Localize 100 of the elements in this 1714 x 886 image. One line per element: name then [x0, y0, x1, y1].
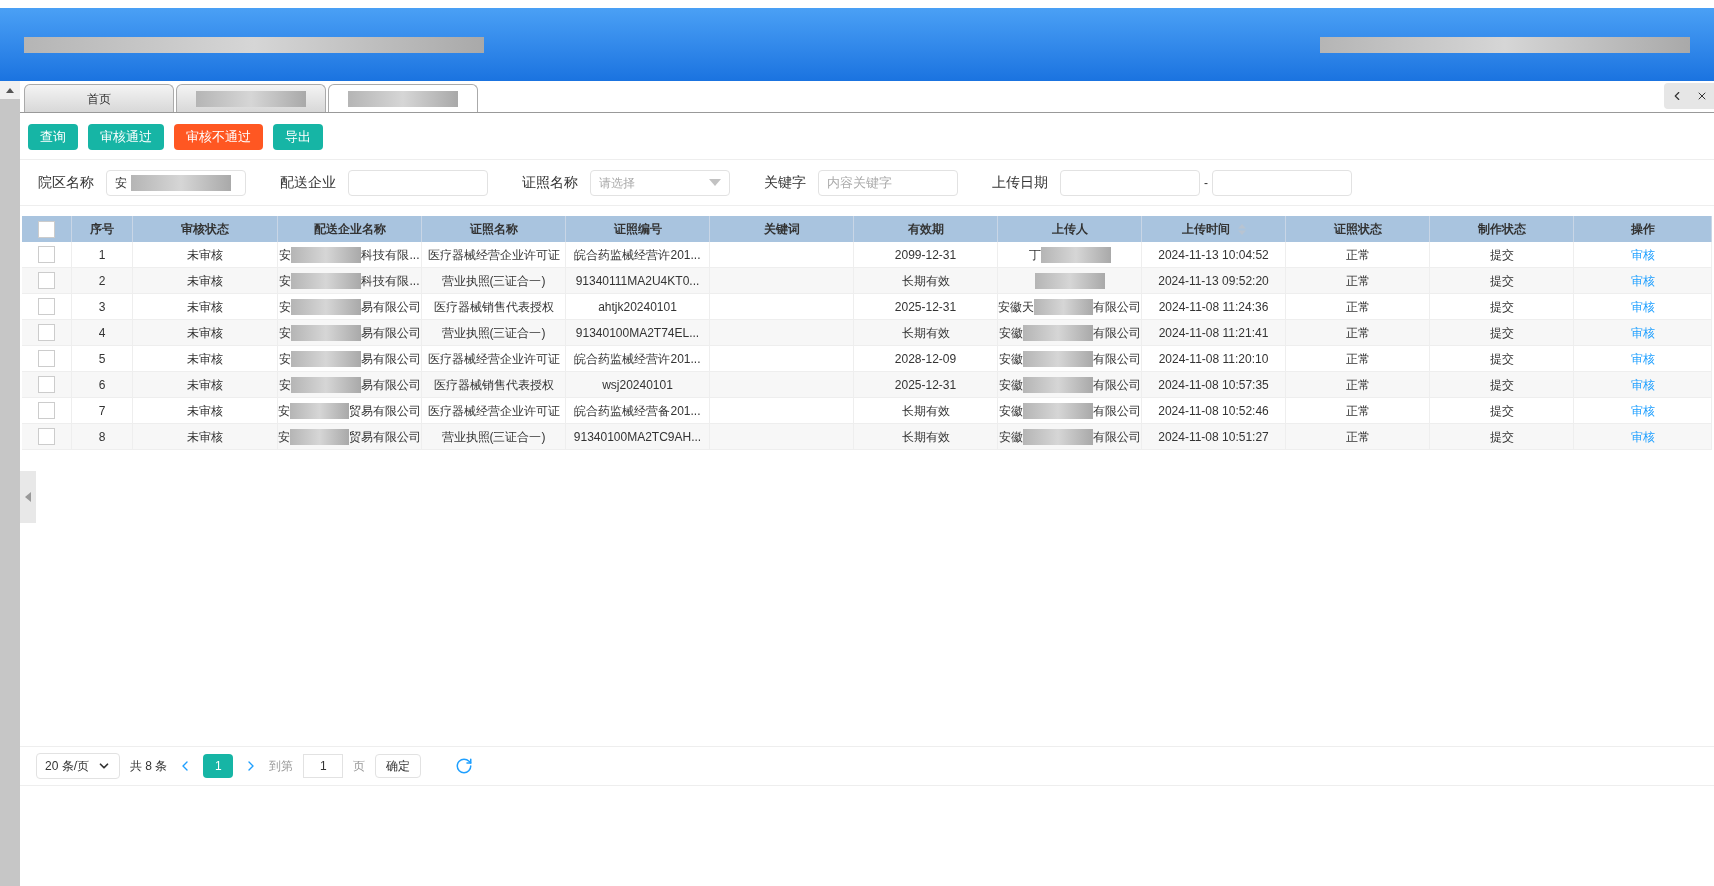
table-cell-text: 长期有效 [901, 324, 950, 342]
refresh-icon[interactable] [455, 757, 474, 775]
table-cell-text: 科技有限... [361, 272, 420, 290]
redaction-mark [1034, 272, 1105, 289]
close-icon[interactable] [1696, 90, 1708, 102]
table-cell-text: 6 [98, 376, 106, 394]
select-field[interactable]: 请选择 [590, 169, 730, 196]
table-cell-text: 未审核 [187, 298, 223, 316]
table-cell-text: 安徽 [998, 376, 1023, 394]
input-field[interactable] [348, 169, 488, 196]
table-cell-text: 医疗器械经营企业许可证 [427, 402, 560, 420]
row-checkbox[interactable] [38, 246, 55, 263]
table-cell-text: 安 [278, 298, 291, 316]
redaction-mark [290, 428, 349, 445]
table-cell-text: 贸易有限公司 [349, 402, 421, 420]
toolbar-button[interactable]: 审核通过 [88, 124, 164, 150]
tab[interactable] [328, 84, 478, 112]
caret-icon [709, 179, 721, 186]
table-cell-text: 有限公司 [1092, 350, 1141, 368]
row-checkbox[interactable] [38, 402, 55, 419]
table-cell-text: 安 [278, 402, 290, 420]
date-field[interactable] [1060, 169, 1200, 196]
review-link[interactable]: 审核 [1630, 245, 1655, 264]
column-header: 序号 [90, 221, 114, 238]
table-cell-text: 皖合药监械经营许201... [574, 246, 701, 264]
table-cell-text: 安 [279, 272, 292, 290]
table-cell-text: 未审核 [187, 428, 223, 446]
table-cell-text: 营业执照(三证合一) [441, 324, 546, 342]
table-cell-text: 安 [278, 376, 291, 394]
select-all-checkbox[interactable] [38, 220, 55, 238]
redaction-mark [1022, 350, 1093, 367]
table-cell-text: 正常 [1345, 246, 1370, 264]
table-cell-text: 有限公司 [1092, 428, 1141, 446]
table-cell-text: 提交 [1489, 298, 1514, 316]
row-checkbox[interactable] [38, 376, 55, 393]
review-link[interactable]: 审核 [1630, 375, 1655, 394]
table-cell-text: 2025-12-31 [894, 298, 957, 316]
toolbar-button[interactable]: 导出 [273, 124, 323, 150]
table-cell-text: 正常 [1345, 376, 1370, 394]
row-checkbox[interactable] [38, 272, 55, 289]
table-cell-text: 2025-12-31 [894, 376, 957, 394]
table-cell-text: 未审核 [187, 246, 223, 264]
column-header: 配送企业名称 [313, 221, 386, 238]
input-field[interactable]: 内容关键字 [818, 169, 958, 196]
tab[interactable] [176, 84, 326, 112]
review-link[interactable]: 审核 [1630, 427, 1655, 446]
scrollbar[interactable] [0, 81, 20, 886]
table-cell-text: 未审核 [187, 324, 223, 342]
scroll-up-icon[interactable] [6, 87, 14, 93]
page-size-select[interactable]: 20 条/页 [36, 753, 120, 779]
redaction-mark [1034, 298, 1093, 315]
table-cell-text: 2024-11-08 11:20:10 [1158, 350, 1269, 368]
column-header: 上传人 [1051, 221, 1088, 238]
filter-label: 证照名称 [522, 173, 578, 192]
table-cell-text: 2028-12-09 [894, 350, 957, 368]
table-cell-text: 有限公司 [1092, 376, 1141, 394]
date-field[interactable] [1212, 169, 1352, 196]
table-cell-text: 易有限公司 [360, 350, 421, 368]
review-link[interactable]: 审核 [1630, 323, 1655, 342]
review-link[interactable]: 审核 [1630, 401, 1655, 420]
confirm-button[interactable]: 确定 [375, 754, 422, 778]
table-cell-text: 正常 [1345, 272, 1370, 290]
table-cell-text: 3 [98, 298, 106, 316]
review-link[interactable]: 审核 [1630, 349, 1655, 368]
table-cell-text: 4 [98, 324, 106, 342]
toolbar-button[interactable]: 查询 [28, 124, 78, 150]
row-checkbox[interactable] [38, 350, 55, 367]
tab[interactable]: 首页 [24, 84, 174, 112]
table-cell-text: 有限公司 [1093, 298, 1141, 316]
row-checkbox[interactable] [38, 298, 55, 315]
campus-field[interactable]: 安 [106, 169, 246, 196]
review-link[interactable]: 审核 [1630, 271, 1655, 290]
table-cell-text: ahtjk20240101 [598, 298, 677, 316]
table-cell-text: 正常 [1345, 324, 1370, 342]
redaction-mark [291, 272, 362, 289]
review-link[interactable]: 审核 [1630, 297, 1655, 316]
table-cell-text: 1 [98, 246, 106, 264]
row-checkbox[interactable] [38, 324, 55, 341]
toolbar-button[interactable]: 审核不通过 [174, 124, 263, 150]
table-cell-text: 营业执照(三证合一) [441, 272, 546, 290]
table-cell-text: 易有限公司 [360, 298, 421, 316]
table-cell-text: 医疗器械销售代表授权 [433, 298, 554, 316]
redaction-mark [290, 324, 361, 341]
table-cell-text: 正常 [1345, 402, 1370, 420]
page-input[interactable]: 1 [303, 754, 344, 778]
page-button[interactable]: 1 [203, 754, 234, 778]
table-cell-text: 有限公司 [1092, 402, 1141, 420]
table-cell-text: 91340100MA2TC9AH... [573, 428, 702, 446]
table-cell-text: 安 [279, 246, 292, 264]
table-cell-text: 长期有效 [901, 402, 950, 420]
table-cell-text: 2 [98, 272, 106, 290]
row-checkbox[interactable] [38, 428, 55, 445]
table-cell-text: 贸易有限公司 [349, 428, 421, 446]
redaction-mark [1022, 324, 1093, 341]
collapse-handle[interactable] [20, 471, 36, 523]
table-cell-text: 提交 [1489, 402, 1514, 420]
table-cell-text: 易有限公司 [360, 324, 421, 342]
table-cell-text: 2024-11-13 09:52:20 [1158, 272, 1269, 290]
table-cell-text: 提交 [1489, 272, 1514, 290]
goto-label: 到第 [269, 758, 294, 775]
